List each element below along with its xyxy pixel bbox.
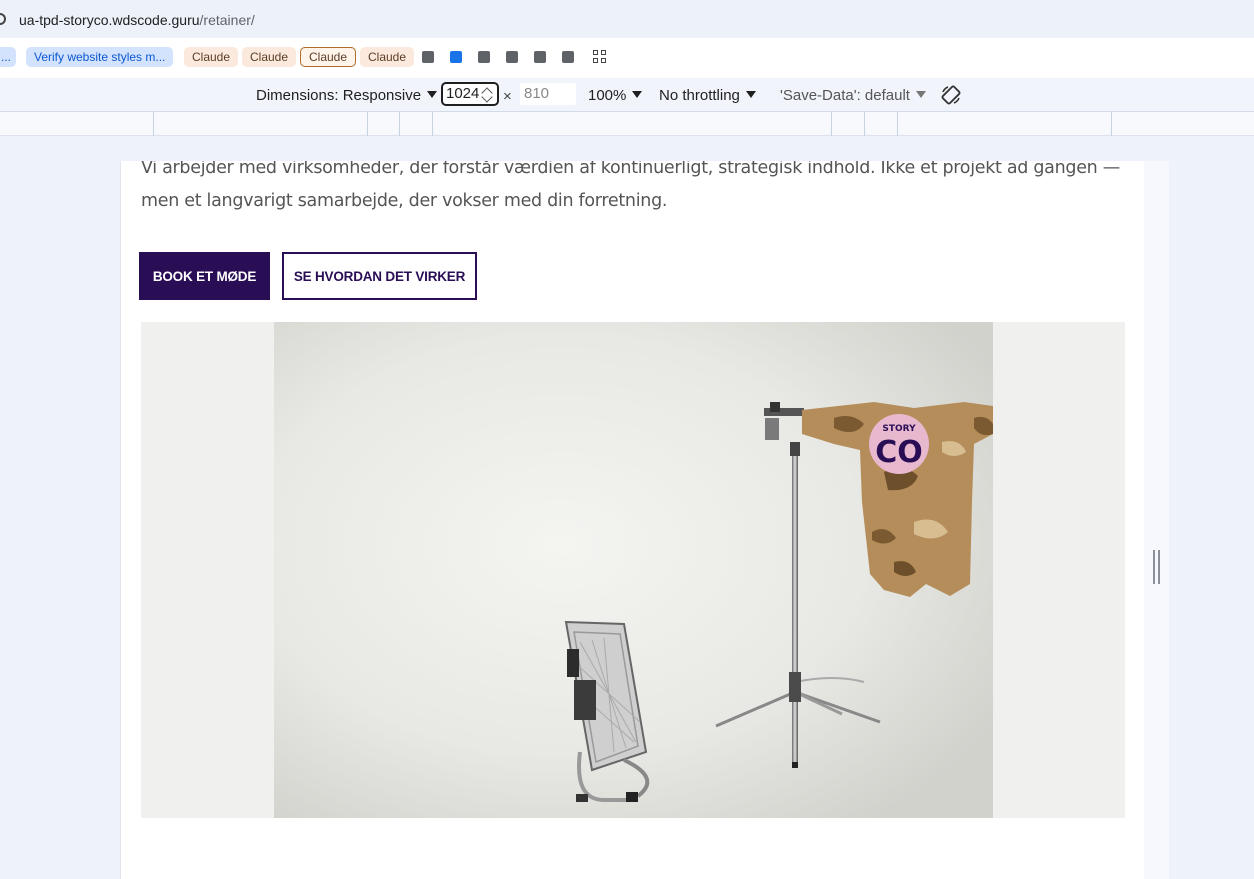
tab-icon-blue[interactable] — [450, 51, 462, 63]
bookmark-claude-2[interactable]: Claude — [242, 47, 297, 67]
how-it-works-button[interactable]: SE HVORDAN DET VIRKER — [282, 252, 477, 300]
url-text[interactable]: ua-tpd-storyco.wdscode.guru/retainer/ — [19, 12, 255, 28]
bookmarks-bar: ... Verify website styles m... Claude Cl… — [0, 38, 1254, 78]
bookmark-claude-3[interactable]: Claude — [300, 47, 357, 67]
media-query-ruler[interactable] — [0, 112, 1254, 136]
bookmark-verify-styles[interactable]: Verify website styles m... — [26, 47, 174, 67]
intro-paragraph: Vi arbejder med virksomheder, der forstå… — [141, 161, 1120, 211]
width-value: 1024 — [446, 85, 480, 102]
badge-bottom-text: CO — [875, 435, 923, 470]
zoom-label: 100% — [588, 87, 627, 104]
tab-icon[interactable] — [506, 51, 518, 63]
resize-handle[interactable] — [1153, 550, 1160, 584]
page-viewport[interactable]: Vi arbejder med virksomheder, der forstå… — [120, 161, 1144, 879]
site-info-icon[interactable] — [0, 13, 6, 25]
chevron-down-icon — [745, 91, 756, 98]
save-data-select[interactable]: 'Save-Data': default — [780, 87, 926, 104]
throttling-label: No throttling — [659, 87, 740, 104]
url-path: /retainer/ — [199, 12, 255, 28]
bookmark-claude-1[interactable]: Claude — [184, 47, 239, 67]
badge-top-text: STORY — [882, 424, 916, 434]
hero-photo: STORY CO — [274, 322, 993, 818]
chevron-down-icon — [915, 91, 926, 98]
throttling-select[interactable]: No throttling — [659, 87, 756, 104]
tab-icon[interactable] — [534, 51, 546, 63]
tab-icon[interactable] — [562, 51, 574, 63]
address-bar[interactable]: ua-tpd-storyco.wdscode.guru/retainer/ — [0, 0, 1254, 38]
device-toolbar: Dimensions: Responsive 1024 × 810 100% N… — [0, 78, 1254, 112]
spinner-icon[interactable] — [481, 86, 493, 103]
hero-image-container: STORY CO — [141, 322, 1125, 818]
book-meeting-button[interactable]: BOOK ET MØDE — [139, 252, 270, 300]
width-input[interactable]: 1024 — [441, 82, 499, 106]
url-host: ua-tpd-storyco.wdscode.guru — [19, 12, 200, 28]
bookmark-claude-4[interactable]: Claude — [360, 47, 415, 67]
chevron-down-icon — [632, 91, 643, 98]
viewport-gutter — [1144, 161, 1169, 879]
tab-icon[interactable] — [478, 51, 490, 63]
dimensions-label: Dimensions: Responsive — [256, 87, 422, 104]
rotate-icon[interactable] — [940, 84, 962, 106]
dimensions-select[interactable]: Dimensions: Responsive — [256, 87, 438, 104]
times-separator: × — [503, 88, 512, 105]
tab-icon[interactable] — [422, 51, 434, 63]
zoom-select[interactable]: 100% — [588, 87, 643, 104]
bookmark-overflow[interactable]: ... — [0, 47, 17, 67]
chevron-down-icon — [427, 91, 438, 98]
save-data-label: 'Save-Data': default — [780, 87, 910, 104]
height-input[interactable]: 810 — [520, 83, 576, 105]
apps-grid-icon[interactable] — [593, 50, 607, 64]
